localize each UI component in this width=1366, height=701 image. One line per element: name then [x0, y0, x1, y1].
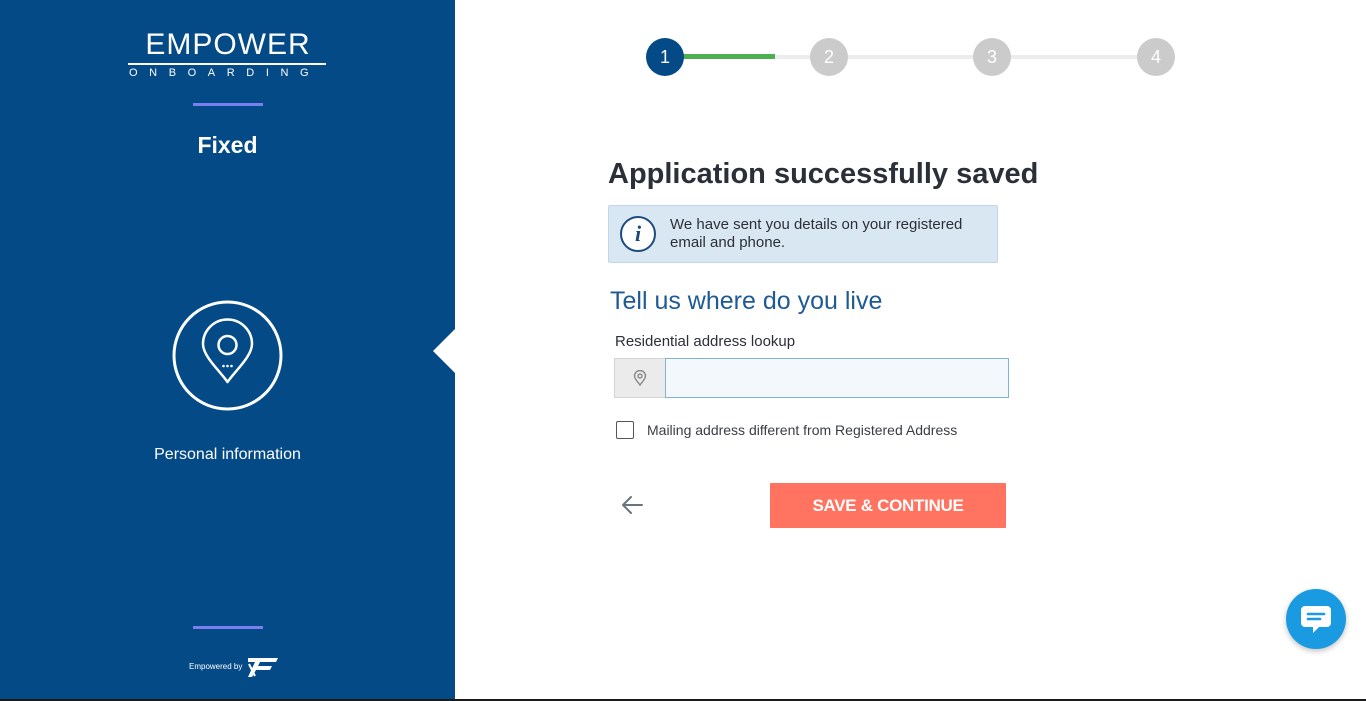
info-icon: i: [620, 216, 656, 252]
address-addon: [614, 358, 665, 398]
step-2: 2: [810, 38, 848, 76]
address-lookup-group: [614, 358, 1009, 398]
logo-main-text: EMPOWER: [145, 28, 311, 61]
powered-by: Empowered by: [189, 654, 280, 678]
progress-stepper: 1 2 3 4: [646, 38, 1176, 78]
mailing-address-option: Mailing address different from Registere…: [616, 421, 957, 439]
logo-sub-text: ONBOARDING: [129, 67, 321, 79]
info-alert-text: We have sent you details on your registe…: [670, 216, 963, 251]
sidebar-accent-bottom: [193, 626, 263, 629]
onboarding-app: EMPOWER ONBOARDING Fixed Personal inform…: [0, 0, 1366, 701]
chat-launcher-button[interactable]: [1286, 589, 1346, 649]
logo-divider: [128, 63, 326, 65]
page-title: Application successfully saved: [608, 158, 1039, 190]
section-heading: Tell us where do you live: [610, 287, 883, 315]
chat-bubble-icon: [1301, 606, 1331, 633]
info-alert: i We have sent you details on your regis…: [608, 205, 998, 263]
powered-by-text: Empowered by: [189, 661, 243, 671]
step-4: 4: [1137, 38, 1175, 76]
empower-logo: EMPOWER ONBOARDING: [128, 30, 328, 79]
sidebar-accent-top: [193, 103, 263, 106]
address-lookup-input[interactable]: [665, 358, 1009, 398]
product-title: Fixed: [197, 132, 258, 158]
save-continue-button[interactable]: SAVE & CONTINUE: [770, 483, 1006, 528]
vendor-logo-icon: [248, 658, 279, 677]
mailing-address-checkbox[interactable]: [616, 421, 634, 439]
mailing-address-label[interactable]: Mailing address different from Registere…: [647, 422, 957, 438]
step-3: 3: [973, 38, 1011, 76]
step-1: 1: [646, 38, 684, 76]
step-caption: Personal information: [154, 446, 301, 463]
back-button[interactable]: [617, 490, 647, 520]
sidebar: EMPOWER ONBOARDING Fixed Personal inform…: [0, 0, 455, 699]
arrow-left-icon: [622, 496, 643, 514]
sidebar-pointer: [433, 329, 455, 373]
map-pin-icon: [172, 300, 283, 411]
location-pin-icon: [633, 370, 647, 386]
address-lookup-label: Residential address lookup: [615, 333, 796, 350]
